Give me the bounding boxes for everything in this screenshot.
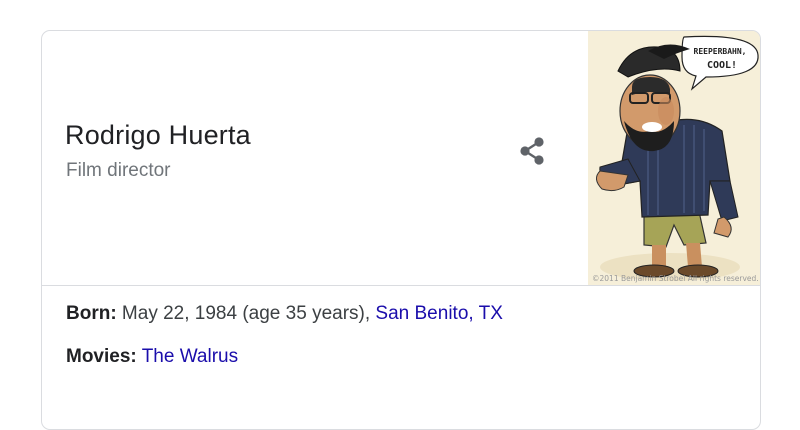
knowledge-panel-card: Rodrigo Huerta Film director REEPERBAHN,… (41, 30, 761, 430)
speech-bubble-line1: REEPERBAHN, (694, 47, 747, 56)
speech-bubble-line2: COOL! (707, 60, 737, 71)
share-button[interactable] (512, 131, 552, 171)
section-divider (42, 285, 760, 286)
fact-born: Born: May 22, 1984 (age 35 years), San B… (66, 303, 503, 325)
entity-image[interactable]: REEPERBAHN, COOL! ©2011 Benjamin Strobel… (588, 31, 760, 285)
caricature-illustration: REEPERBAHN, COOL! ©2011 Benjamin Strobel… (588, 31, 760, 285)
knowledge-panel-header: Rodrigo Huerta Film director REEPERBAHN,… (42, 31, 760, 285)
image-credit: ©2011 Benjamin Strobel All rights reserv… (592, 274, 759, 283)
birthplace-link[interactable]: San Benito, TX (375, 303, 502, 324)
entity-name: Rodrigo Huerta (65, 120, 251, 150)
fact-born-value: May 22, 1984 (age 35 years), (116, 303, 376, 324)
entity-subtitle: Film director (66, 160, 171, 181)
movie-link[interactable]: The Walrus (142, 346, 238, 367)
fact-movies: Movies: The Walrus (66, 346, 238, 368)
share-icon (520, 137, 544, 165)
fact-born-label: Born: (66, 303, 117, 324)
fact-movies-label: Movies: (66, 346, 137, 367)
